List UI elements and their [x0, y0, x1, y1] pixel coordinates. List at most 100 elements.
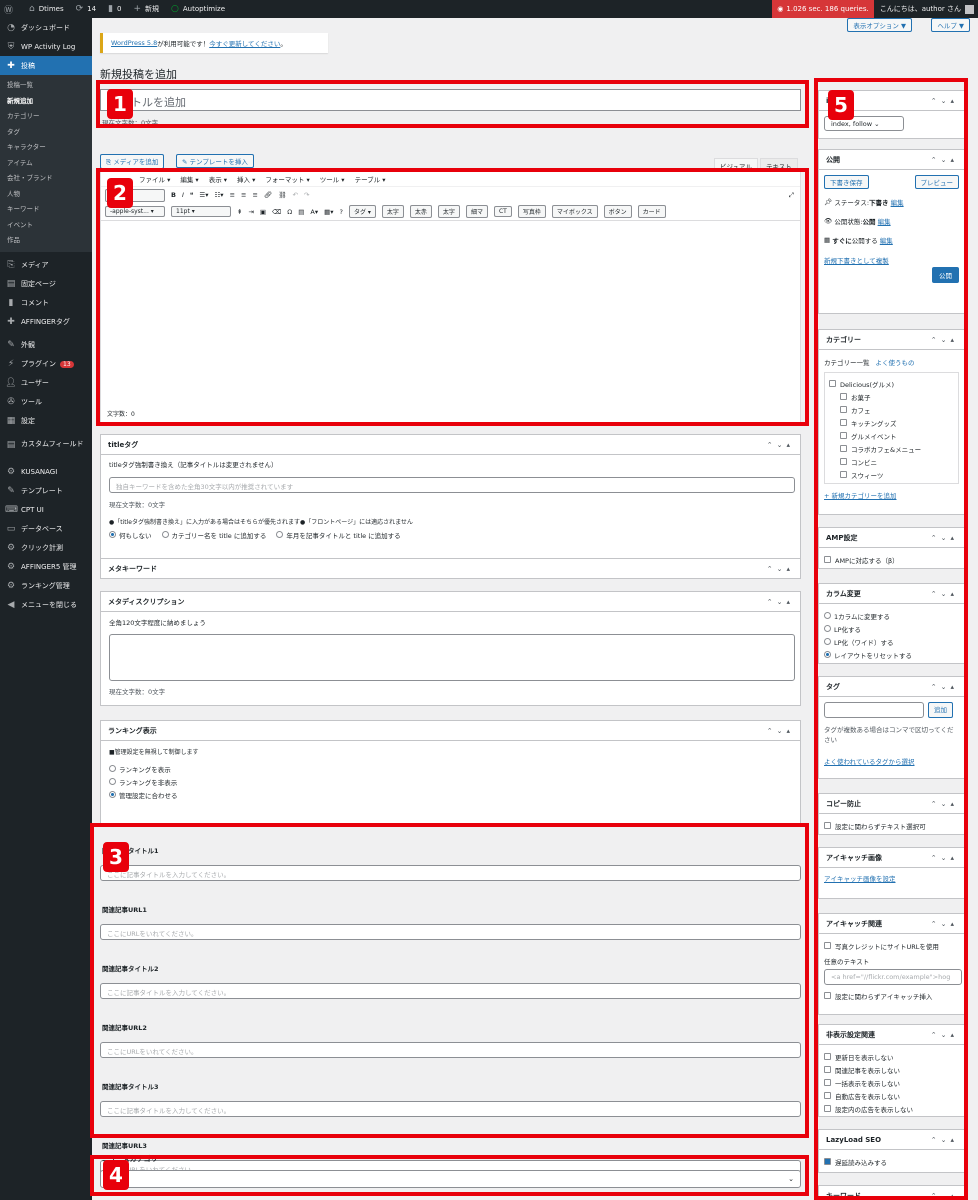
submenu-item[interactable]: 人物: [0, 187, 92, 203]
wordpress-logo-icon[interactable]: Ⓦ: [4, 3, 17, 16]
metadescription-textarea[interactable]: [109, 634, 795, 681]
sidebar-item-12[interactable]: ▤ カスタムフィールド: [0, 431, 92, 459]
box-controls-icon[interactable]: ⌃⌄▴: [931, 97, 958, 105]
paste-icon[interactable]: ▣: [260, 208, 266, 216]
checkbox[interactable]: [824, 1079, 831, 1086]
radio[interactable]: [824, 651, 831, 658]
sidebar-item-4[interactable]: ▤ 固定ページ: [0, 275, 92, 294]
submenu-item[interactable]: 投稿一覧: [0, 78, 92, 94]
sidebar-item-5[interactable]: ▮ コメント: [0, 294, 92, 313]
sidebar-item-7[interactable]: ✎ 外観: [0, 336, 92, 355]
quicktag-button[interactable]: タグ ▾: [348, 205, 376, 218]
submenu-item[interactable]: 会社・ブランド: [0, 171, 92, 187]
sidebar-item-9[interactable]: 👤︎ ユーザー: [0, 374, 92, 393]
radio[interactable]: [824, 612, 831, 619]
quicktag-button[interactable]: 写真枠: [517, 205, 546, 218]
add-category-link[interactable]: + 新規カテゴリーを追加: [824, 490, 959, 500]
radio-ranking-default[interactable]: [109, 791, 116, 798]
related-field-input[interactable]: ここに記事タイトルを入力してください。: [100, 983, 801, 999]
undo-icon[interactable]: ↶: [292, 191, 297, 199]
category-checkbox[interactable]: [840, 419, 847, 426]
radio[interactable]: [824, 625, 831, 632]
bullet-list-icon[interactable]: ☰▾: [199, 191, 208, 199]
radio-category[interactable]: [161, 531, 169, 538]
eyecatch-text-input[interactable]: <a href="//flickr.com/example">hog: [824, 969, 962, 985]
update-now-link[interactable]: 今すぐ更新してください: [209, 38, 280, 48]
link-icon[interactable]: 🔗︎: [264, 191, 272, 199]
comments-link[interactable]: ▮ 0: [108, 4, 121, 14]
force-eyecatch-checkbox[interactable]: [824, 992, 831, 999]
radio-date[interactable]: [276, 531, 284, 538]
sidebar-item-11[interactable]: ▦ 設定: [0, 412, 92, 431]
box-controls-icon[interactable]: ⌃⌄▴: [931, 800, 958, 808]
help-button[interactable]: ヘルプ ▼: [931, 18, 970, 32]
editor-menu-item[interactable]: 表示 ▾: [209, 174, 227, 184]
submenu-item[interactable]: カテゴリー: [0, 109, 92, 125]
submenu-item[interactable]: キーワード: [0, 202, 92, 218]
category-checkbox[interactable]: [840, 393, 847, 400]
editor-menu-item[interactable]: テーブル ▾: [355, 174, 386, 184]
numbered-list-icon[interactable]: ☷▾: [214, 191, 223, 199]
quicktag-button[interactable]: カード: [637, 205, 666, 218]
edit-status-link[interactable]: 編集: [891, 197, 904, 207]
box-controls-icon[interactable]: ⌃⌄▴: [931, 683, 958, 691]
quicktag-button[interactable]: CT: [493, 206, 512, 217]
sidebar-item-13[interactable]: ⚙ KUSANAGI: [0, 463, 92, 482]
copy-protect-checkbox[interactable]: [824, 822, 831, 829]
editor-menu-item[interactable]: ファイル ▾: [139, 174, 170, 184]
sidebar-item-18[interactable]: ⚙ AFFINGER5 管理: [0, 558, 92, 577]
category-checkbox[interactable]: [840, 445, 847, 452]
hr-icon[interactable]: ▤: [298, 208, 304, 216]
add-media-button[interactable]: ⎘ メディアを追加: [100, 154, 165, 169]
related-field-input[interactable]: ここにURLをいれてください。: [100, 1042, 801, 1058]
checkbox[interactable]: [824, 1092, 831, 1099]
help-icon[interactable]: ?: [340, 208, 343, 216]
edit-visibility-link[interactable]: 編集: [878, 216, 891, 226]
title-input[interactable]: タイトルを追加: [100, 89, 801, 111]
titletag-input[interactable]: 独自キーワードを含めた全角30文字以内が推奨されています: [109, 477, 795, 493]
quicktag-button[interactable]: マイボックス: [551, 205, 598, 218]
text-color-icon[interactable]: A▾: [310, 208, 318, 216]
radio-ranking-hide[interactable]: [109, 778, 116, 785]
submenu-item[interactable]: 新規追加: [0, 94, 92, 110]
font-size-select[interactable]: 11pt ▾: [171, 206, 231, 217]
greeting[interactable]: こんにちは、author さん: [880, 4, 961, 14]
box-controls-icon[interactable]: ⌃⌄▴: [931, 590, 958, 598]
quicktag-button[interactable]: ボタン: [603, 205, 632, 218]
sidebar-item-10[interactable]: ✇ ツール: [0, 393, 92, 412]
site-url-credit-checkbox[interactable]: [824, 942, 831, 949]
publish-button[interactable]: 公開: [932, 267, 959, 283]
screen-options-button[interactable]: 表示オプション ▼: [847, 18, 912, 32]
category-checkbox[interactable]: [840, 406, 847, 413]
submenu-item[interactable]: アイテム: [0, 156, 92, 172]
submenu-item[interactable]: イベント: [0, 218, 92, 234]
box-controls-icon[interactable]: ⌃⌄▴: [931, 534, 958, 542]
editor-menu-item[interactable]: 挿入 ▾: [237, 174, 255, 184]
align-center-icon[interactable]: ≡: [241, 191, 246, 199]
related-field-input[interactable]: ここにURLをいれてください。: [100, 924, 801, 940]
preview-button[interactable]: プレビュー: [914, 175, 959, 189]
avatar[interactable]: [965, 4, 974, 14]
submenu-item[interactable]: 作品: [0, 233, 92, 249]
quote-icon[interactable]: ❝: [190, 191, 194, 199]
box-controls-icon[interactable]: ⌃⌄▴: [767, 565, 794, 573]
lazyload-checkbox[interactable]: [824, 1158, 831, 1165]
box-controls-icon[interactable]: ⌃⌄▴: [767, 598, 794, 606]
radio[interactable]: [824, 638, 831, 645]
choose-tags-link[interactable]: よく使われているタグから選択: [824, 756, 959, 766]
sidebar-item-17[interactable]: ⚙ クリック計測: [0, 539, 92, 558]
tab-popular-categories[interactable]: よく使うもの: [876, 357, 915, 367]
site-link[interactable]: ⌂ Dtimes: [29, 4, 64, 14]
quicktag-button[interactable]: 太字: [437, 205, 460, 218]
box-controls-icon[interactable]: ⌃⌄▴: [931, 336, 958, 344]
new-content-link[interactable]: + 新規: [133, 4, 159, 14]
editor-content[interactable]: [101, 222, 800, 407]
category-checkbox[interactable]: [840, 432, 847, 439]
sidebar-item-20[interactable]: ◀ メニューを閉じる: [0, 596, 92, 615]
quicktag-button[interactable]: 太字: [381, 205, 404, 218]
radio-ranking-show[interactable]: [109, 765, 116, 772]
sidebar-item-8[interactable]: ⚡ プラグイン 13: [0, 355, 92, 374]
sidebar-item-15[interactable]: ⌨ CPT UI: [0, 501, 92, 520]
tab-all-categories[interactable]: カテゴリー一覧: [824, 357, 870, 367]
insert-template-button[interactable]: ✎ テンプレートを挿入: [176, 154, 254, 168]
